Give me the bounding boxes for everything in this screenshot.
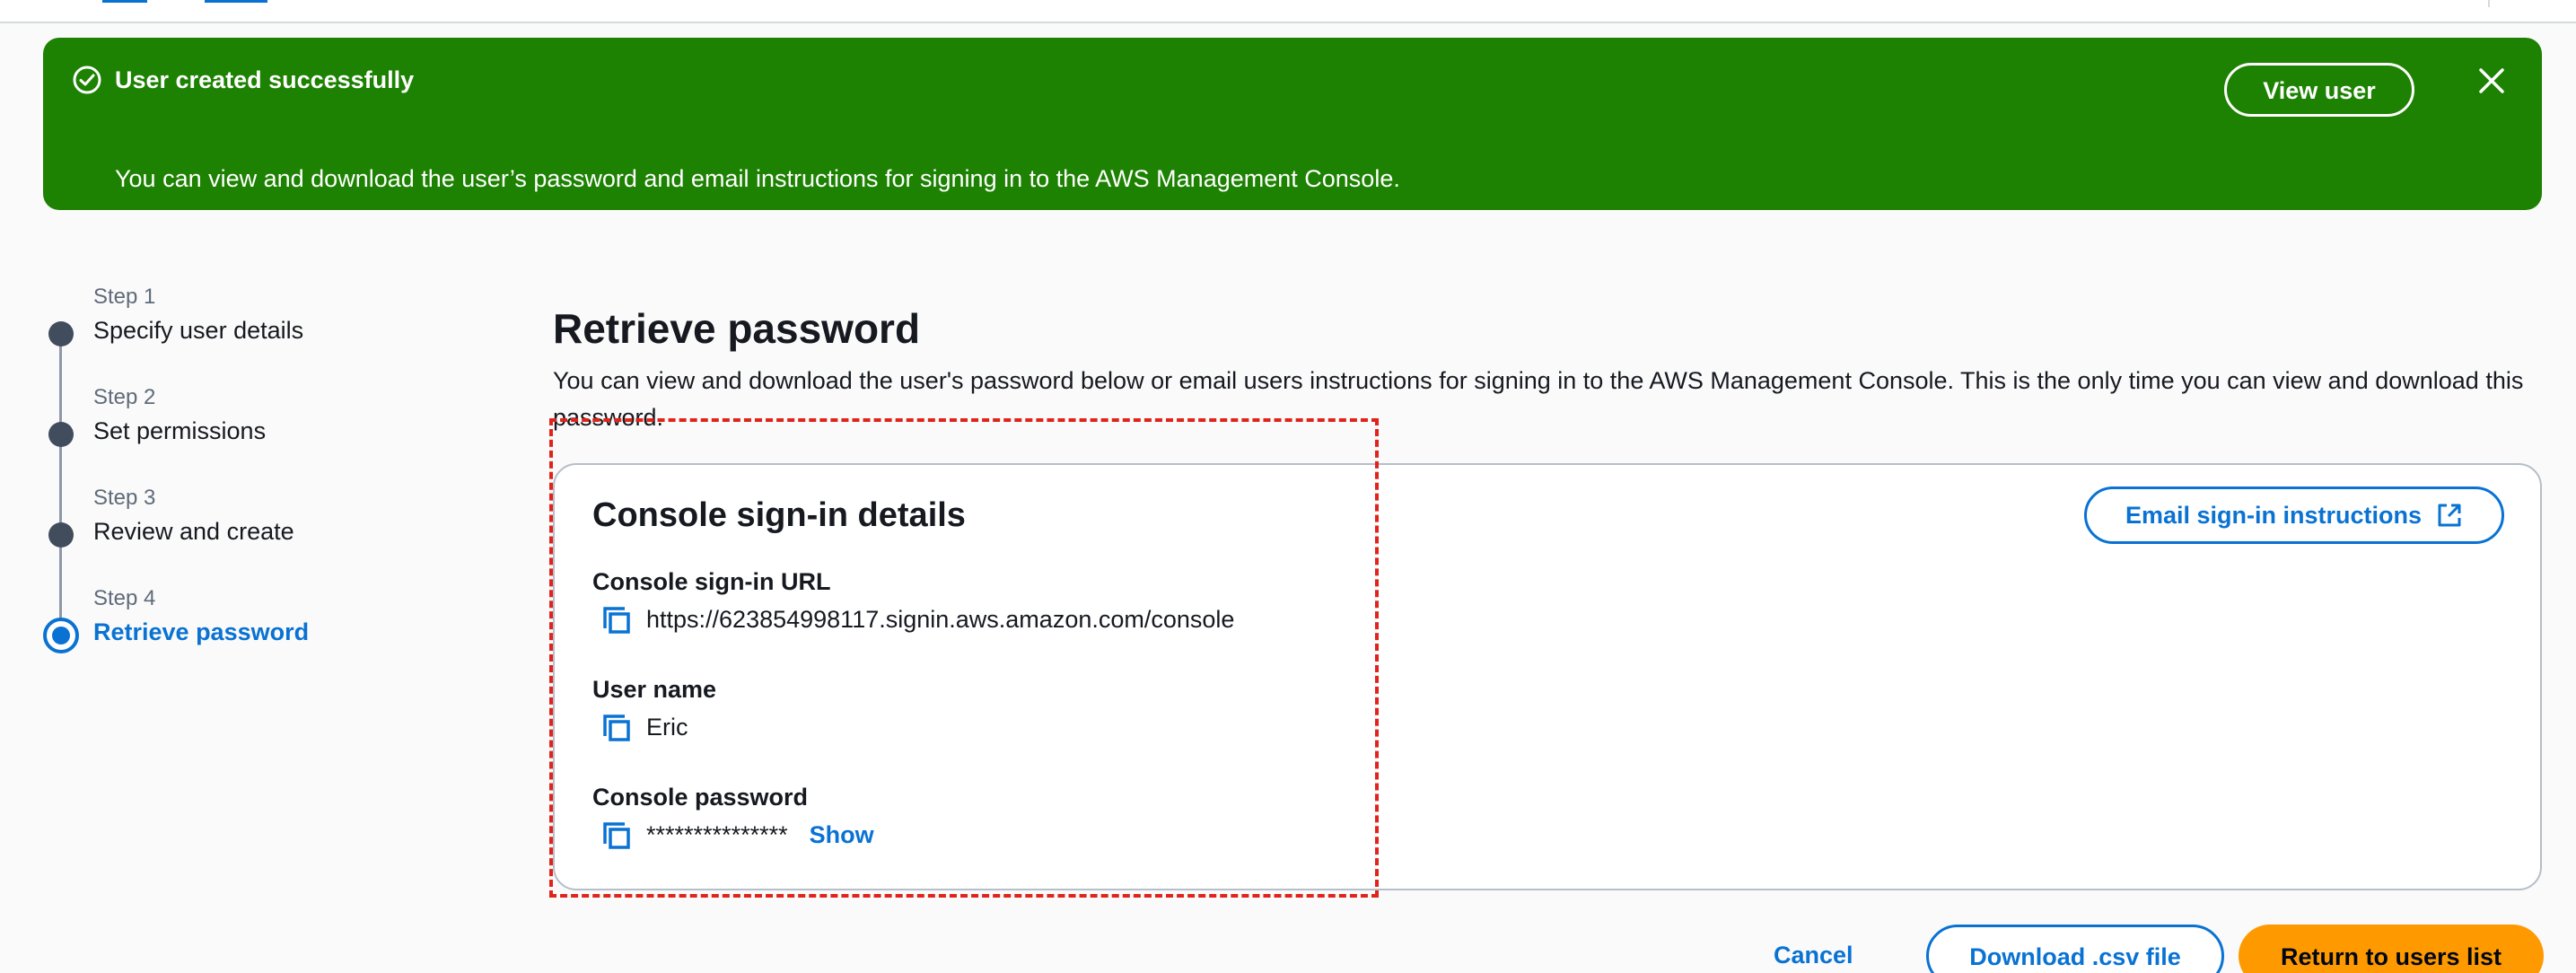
return-to-users-list-button[interactable]: Return to users list	[2239, 925, 2544, 973]
sign-in-url-row: https://623854998117.signin.aws.amazon.c…	[592, 601, 1234, 637]
cancel-button[interactable]: Cancel	[1774, 925, 1853, 973]
flash-message: You can view and download the user’s pas…	[115, 165, 1400, 192]
page: User created successfully You can view a…	[0, 0, 2576, 973]
container-title: Console sign-in details	[592, 496, 966, 534]
success-flashbar: User created successfully You can view a…	[43, 38, 2542, 210]
show-password-link[interactable]: Show	[810, 821, 874, 849]
form-actions: Cancel Download .csv file Return to user…	[0, 925, 2576, 973]
step-label[interactable]: Review and create	[93, 515, 294, 548]
step-number: Step 4	[93, 586, 156, 610]
user-name-row: Eric	[592, 709, 688, 745]
step-number: Step 3	[93, 486, 156, 510]
sign-in-url-label: Console sign-in URL	[592, 568, 831, 595]
step-label[interactable]: Specify user details	[93, 314, 303, 346]
nav-tab-indicator	[102, 0, 147, 3]
email-sign-in-instructions-button[interactable]: Email sign-in instructions	[2084, 486, 2504, 544]
copy-icon[interactable]	[598, 601, 634, 637]
step-number: Step 2	[93, 385, 156, 409]
console-password-row: *************** Show	[592, 817, 874, 853]
divider	[2488, 0, 2490, 7]
step-label[interactable]: Set permissions	[93, 415, 266, 447]
nav-tab-indicator	[205, 0, 267, 3]
step-dot-icon	[48, 422, 74, 447]
step-dot-icon	[48, 321, 74, 346]
step-label: Retrieve password	[93, 618, 310, 645]
success-check-icon	[73, 66, 101, 94]
user-name-label: User name	[592, 676, 717, 703]
flash-title: User created successfully	[115, 66, 415, 93]
console-password-label: Console password	[592, 784, 809, 811]
wizard-steps: Step 1 Specify user details Step 2 Set p…	[36, 284, 449, 679]
sign-in-url-value: https://623854998117.signin.aws.amazon.c…	[646, 606, 1235, 633]
top-navigation-remnant	[0, 0, 2576, 23]
user-name-value: Eric	[646, 714, 688, 741]
step-number: Step 1	[93, 285, 156, 309]
page-description: You can view and download the user's pas…	[553, 367, 2524, 431]
current-step-indicator-icon	[43, 618, 79, 653]
button-label: Email sign-in instructions	[2125, 501, 2423, 529]
view-user-button[interactable]: View user	[2224, 63, 2414, 117]
page-title: Retrieve password	[553, 305, 921, 352]
copy-icon[interactable]	[598, 817, 634, 853]
close-icon[interactable]	[2475, 65, 2508, 97]
step-dot-icon	[48, 522, 74, 548]
console-password-value: ***************	[646, 821, 788, 848]
console-sign-in-details-container: Console sign-in details Email sign-in in…	[553, 463, 2542, 890]
external-link-icon	[2438, 504, 2461, 527]
download-csv-button[interactable]: Download .csv file	[1926, 925, 2224, 973]
copy-icon[interactable]	[598, 709, 634, 745]
